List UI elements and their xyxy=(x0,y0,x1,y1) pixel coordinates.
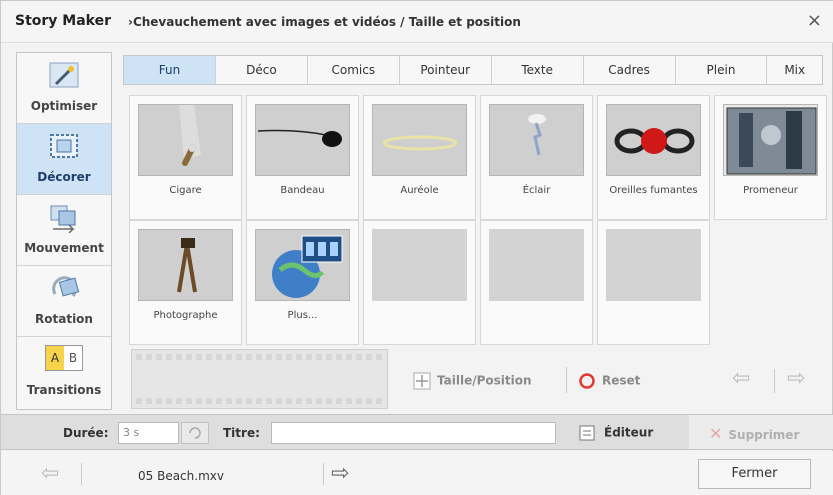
sidebar-item-optimiser[interactable]: Optimiser xyxy=(17,53,111,124)
effect-card-oreilles-fumantes[interactable]: Oreilles fumantes xyxy=(597,95,710,220)
tab-cadres[interactable]: Cadres xyxy=(584,56,676,84)
title-input[interactable] xyxy=(271,422,556,444)
refresh-icon xyxy=(189,427,201,439)
editor-icon xyxy=(579,425,595,441)
tab-texte[interactable]: Texte xyxy=(492,56,584,84)
divider xyxy=(81,463,82,485)
sidebar-item-decorer[interactable]: Décorer xyxy=(17,124,111,195)
effect-card-bandeau[interactable]: Bandeau xyxy=(246,95,359,220)
prev-file-arrow-icon[interactable]: ⇦ xyxy=(41,461,59,486)
transition-b: B xyxy=(68,351,78,365)
eye-patch-icon xyxy=(255,104,350,176)
halo-icon xyxy=(372,104,467,176)
size-position-label: Taille/Position xyxy=(437,373,532,388)
reset-circle-icon xyxy=(579,373,595,389)
editor-button[interactable]: Éditeur xyxy=(578,424,653,442)
move-arrows-icon xyxy=(413,372,431,390)
size-position-button[interactable]: Taille/Position xyxy=(413,372,532,390)
title-label: Titre: xyxy=(223,426,260,440)
sidebar-item-label: Mouvement xyxy=(24,241,104,255)
empty-thumb xyxy=(489,229,584,301)
empty-slot xyxy=(597,220,710,345)
card-label: Auréole xyxy=(400,185,439,196)
close-icon[interactable]: × xyxy=(807,10,822,31)
rotation-icon xyxy=(52,276,80,297)
sidebar-item-transitions[interactable]: A B Transitions xyxy=(17,337,111,408)
story-maker-window: Story Maker ›Chevauchement avec images e… xyxy=(0,0,833,495)
delete-button[interactable]: ✕ Supprimer xyxy=(709,424,799,443)
effect-card-promeneur[interactable]: Promeneur xyxy=(714,95,827,220)
effect-card-plus[interactable]: Plus... xyxy=(246,220,359,345)
filmstrip-perforation xyxy=(136,354,383,360)
empty-thumb xyxy=(372,229,467,301)
delete-x-icon: ✕ xyxy=(709,424,723,443)
breadcrumb: ›Chevauchement avec images et vidéos / T… xyxy=(128,15,521,29)
filmstrip xyxy=(131,349,388,409)
lightning-icon xyxy=(489,104,584,176)
sidebar: Optimiser Décorer Mouvement Rotation A B… xyxy=(16,52,112,410)
tab-fun[interactable]: Fun xyxy=(124,56,216,84)
transition-a: A xyxy=(46,346,64,370)
divider xyxy=(774,369,775,393)
reset-label: Reset xyxy=(602,373,641,388)
smoking-ears-icon xyxy=(606,104,701,176)
cigar-icon xyxy=(138,104,233,176)
sidebar-item-rotation[interactable]: Rotation xyxy=(17,266,111,337)
card-label: Oreilles fumantes xyxy=(609,185,698,196)
tab-deco[interactable]: Déco xyxy=(216,56,308,84)
effect-card-eclair[interactable]: Éclair xyxy=(480,95,593,220)
divider xyxy=(323,463,324,485)
sidebar-item-label: Transitions xyxy=(26,383,102,397)
sidebar-item-label: Rotation xyxy=(35,312,93,326)
magic-wand-icon xyxy=(49,62,79,88)
card-label: Bandeau xyxy=(280,185,325,196)
title-bar: Story Maker ›Chevauchement avec images e… xyxy=(1,1,833,43)
card-label: Plus... xyxy=(287,310,318,321)
empty-slot xyxy=(363,220,476,345)
effect-card-aureole[interactable]: Auréole xyxy=(363,95,476,220)
duration-reset-button[interactable] xyxy=(181,422,209,444)
walker-photo-icon xyxy=(723,104,818,176)
tab-comics[interactable]: Comics xyxy=(308,56,400,84)
divider xyxy=(566,367,567,393)
sidebar-item-label: Décorer xyxy=(37,170,91,184)
card-label: Éclair xyxy=(522,185,551,196)
filmstrip-perforation xyxy=(136,398,383,404)
decorate-frame-icon xyxy=(50,134,78,158)
effects-grid: Cigare Bandeau Auréole Éclair Oreilles f… xyxy=(123,89,827,347)
duration-input[interactable]: 3 s xyxy=(118,422,179,444)
prev-page-arrow-icon[interactable]: ⇦ xyxy=(732,366,750,391)
next-page-arrow-icon[interactable]: ⇨ xyxy=(787,366,805,391)
sidebar-item-mouvement[interactable]: Mouvement xyxy=(17,195,111,266)
next-file-arrow-icon[interactable]: ⇨ xyxy=(331,461,349,486)
close-button[interactable]: Fermer xyxy=(698,459,811,489)
category-tabs: Fun Déco Comics Pointeur Texte Cadres Pl… xyxy=(123,55,823,85)
empty-slot xyxy=(480,220,593,345)
tab-pointeur[interactable]: Pointeur xyxy=(400,56,492,84)
duration-label: Durée: xyxy=(63,426,109,440)
tab-mix[interactable]: Mix xyxy=(767,56,822,84)
card-label: Promeneur xyxy=(743,185,798,196)
delete-label: Supprimer xyxy=(728,428,800,442)
file-name: 05 Beach.mxv xyxy=(138,469,224,483)
card-label: Cigare xyxy=(169,185,202,196)
effect-card-cigare[interactable]: Cigare xyxy=(129,95,242,220)
empty-thumb xyxy=(606,229,701,301)
movement-icon xyxy=(50,205,76,233)
editor-label: Éditeur xyxy=(604,425,654,440)
photographer-icon xyxy=(138,229,233,301)
properties-bar: Durée: 3 s Titre: Éditeur ✕ Supprimer xyxy=(1,414,833,450)
globe-film-icon xyxy=(255,229,350,301)
reset-button[interactable]: Reset xyxy=(578,372,640,390)
transitions-icon: A B xyxy=(45,345,83,371)
sidebar-item-label: Optimiser xyxy=(30,99,98,113)
app-title: Story Maker xyxy=(15,13,112,29)
card-label: Photographe xyxy=(153,310,218,321)
effect-card-photographe[interactable]: Photographe xyxy=(129,220,242,345)
tab-plein[interactable]: Plein xyxy=(676,56,768,84)
